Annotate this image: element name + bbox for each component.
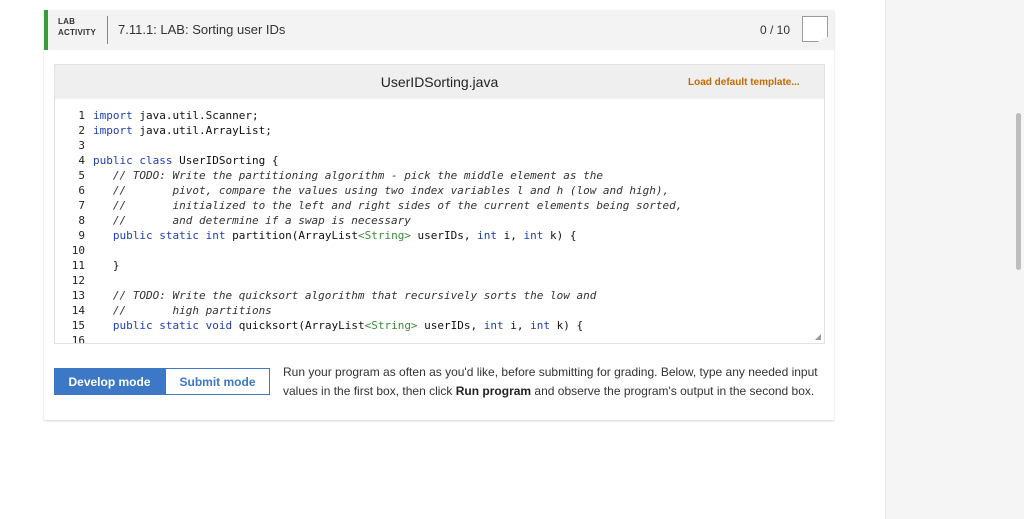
- line-number: 9: [78, 229, 85, 242]
- lab-tag-line1: LAB: [58, 17, 76, 26]
- code-area[interactable]: 1 import java.util.Scanner; 2 import java.…: [55, 108, 824, 344]
- code-line: 7 // initialized to the left and right s…: [55, 198, 824, 213]
- code-line: 4 public class UserIDSorting {: [55, 153, 824, 168]
- line-number: 5: [78, 169, 85, 182]
- line-number: 4: [78, 154, 85, 167]
- line-number: 12: [71, 274, 85, 287]
- line-number: 7: [78, 199, 85, 212]
- page-scrollbar[interactable]: [1016, 113, 1021, 270]
- code-line: 6 // pivot, compare the values using two…: [55, 183, 824, 198]
- run-instructions: Run your program as often as you'd like,…: [283, 365, 818, 398]
- header-divider: [107, 16, 108, 44]
- right-side-panel: [885, 0, 1024, 519]
- code-line: 3: [55, 138, 824, 153]
- submit-mode-button[interactable]: Submit mode: [165, 368, 270, 395]
- line-number: 13: [71, 289, 85, 302]
- code-line: 12: [55, 273, 824, 288]
- code-line: 8 // and determine if a swap is necessar…: [55, 213, 824, 228]
- line-number: 3: [78, 139, 85, 152]
- code-line: 10: [55, 243, 824, 258]
- code-line: 1 import java.util.Scanner;: [55, 108, 824, 123]
- score-text: 0 / 10: [760, 23, 791, 37]
- code-line: 15 public static void quicksort(ArrayLis…: [55, 318, 824, 333]
- lab-title: 7.11.1: LAB: Sorting user IDs: [118, 22, 286, 37]
- load-default-template-button[interactable]: Load default template...: [688, 77, 800, 88]
- code-line: 13 // TODO: Write the quicksort algorith…: [55, 288, 824, 303]
- run-program-emphasis: Run program: [455, 384, 532, 398]
- lab-activity-card: LAB ACTIVITY 7.11.1: LAB: Sorting user I…: [44, 10, 834, 420]
- score-badge-icon: [802, 16, 828, 42]
- line-number: 6: [78, 184, 85, 197]
- line-number: 15: [71, 319, 85, 332]
- lab-header: LAB ACTIVITY 7.11.1: LAB: Sorting user I…: [44, 10, 834, 50]
- mode-toggle: Develop mode Submit mode: [54, 368, 270, 395]
- line-number: 11: [71, 259, 85, 272]
- editor-toolbar: UserIDSorting.java Load default template…: [55, 65, 824, 99]
- line-number: 16: [71, 334, 85, 344]
- code-line: 14 // high partitions: [55, 303, 824, 318]
- line-number: 14: [71, 304, 85, 317]
- line-number: 8: [78, 214, 85, 227]
- develop-mode-button[interactable]: Develop mode: [54, 368, 165, 395]
- code-line: 16: [55, 333, 824, 344]
- code-line: 11 }: [55, 258, 824, 273]
- code-editor[interactable]: UserIDSorting.java Load default template…: [54, 64, 825, 344]
- code-line: 5 // TODO: Write the partitioning algori…: [55, 168, 824, 183]
- line-number: 1: [78, 109, 85, 122]
- lab-tag-line2: ACTIVITY: [58, 28, 97, 37]
- line-number: 10: [71, 244, 85, 257]
- line-number: 2: [78, 124, 85, 137]
- lab-activity-tag: LAB ACTIVITY: [58, 16, 96, 38]
- code-line: 2 import java.util.ArrayList;: [55, 123, 824, 138]
- code-line: 9 public static int partition(ArrayList<…: [55, 228, 824, 243]
- resize-handle-icon[interactable]: [815, 334, 821, 340]
